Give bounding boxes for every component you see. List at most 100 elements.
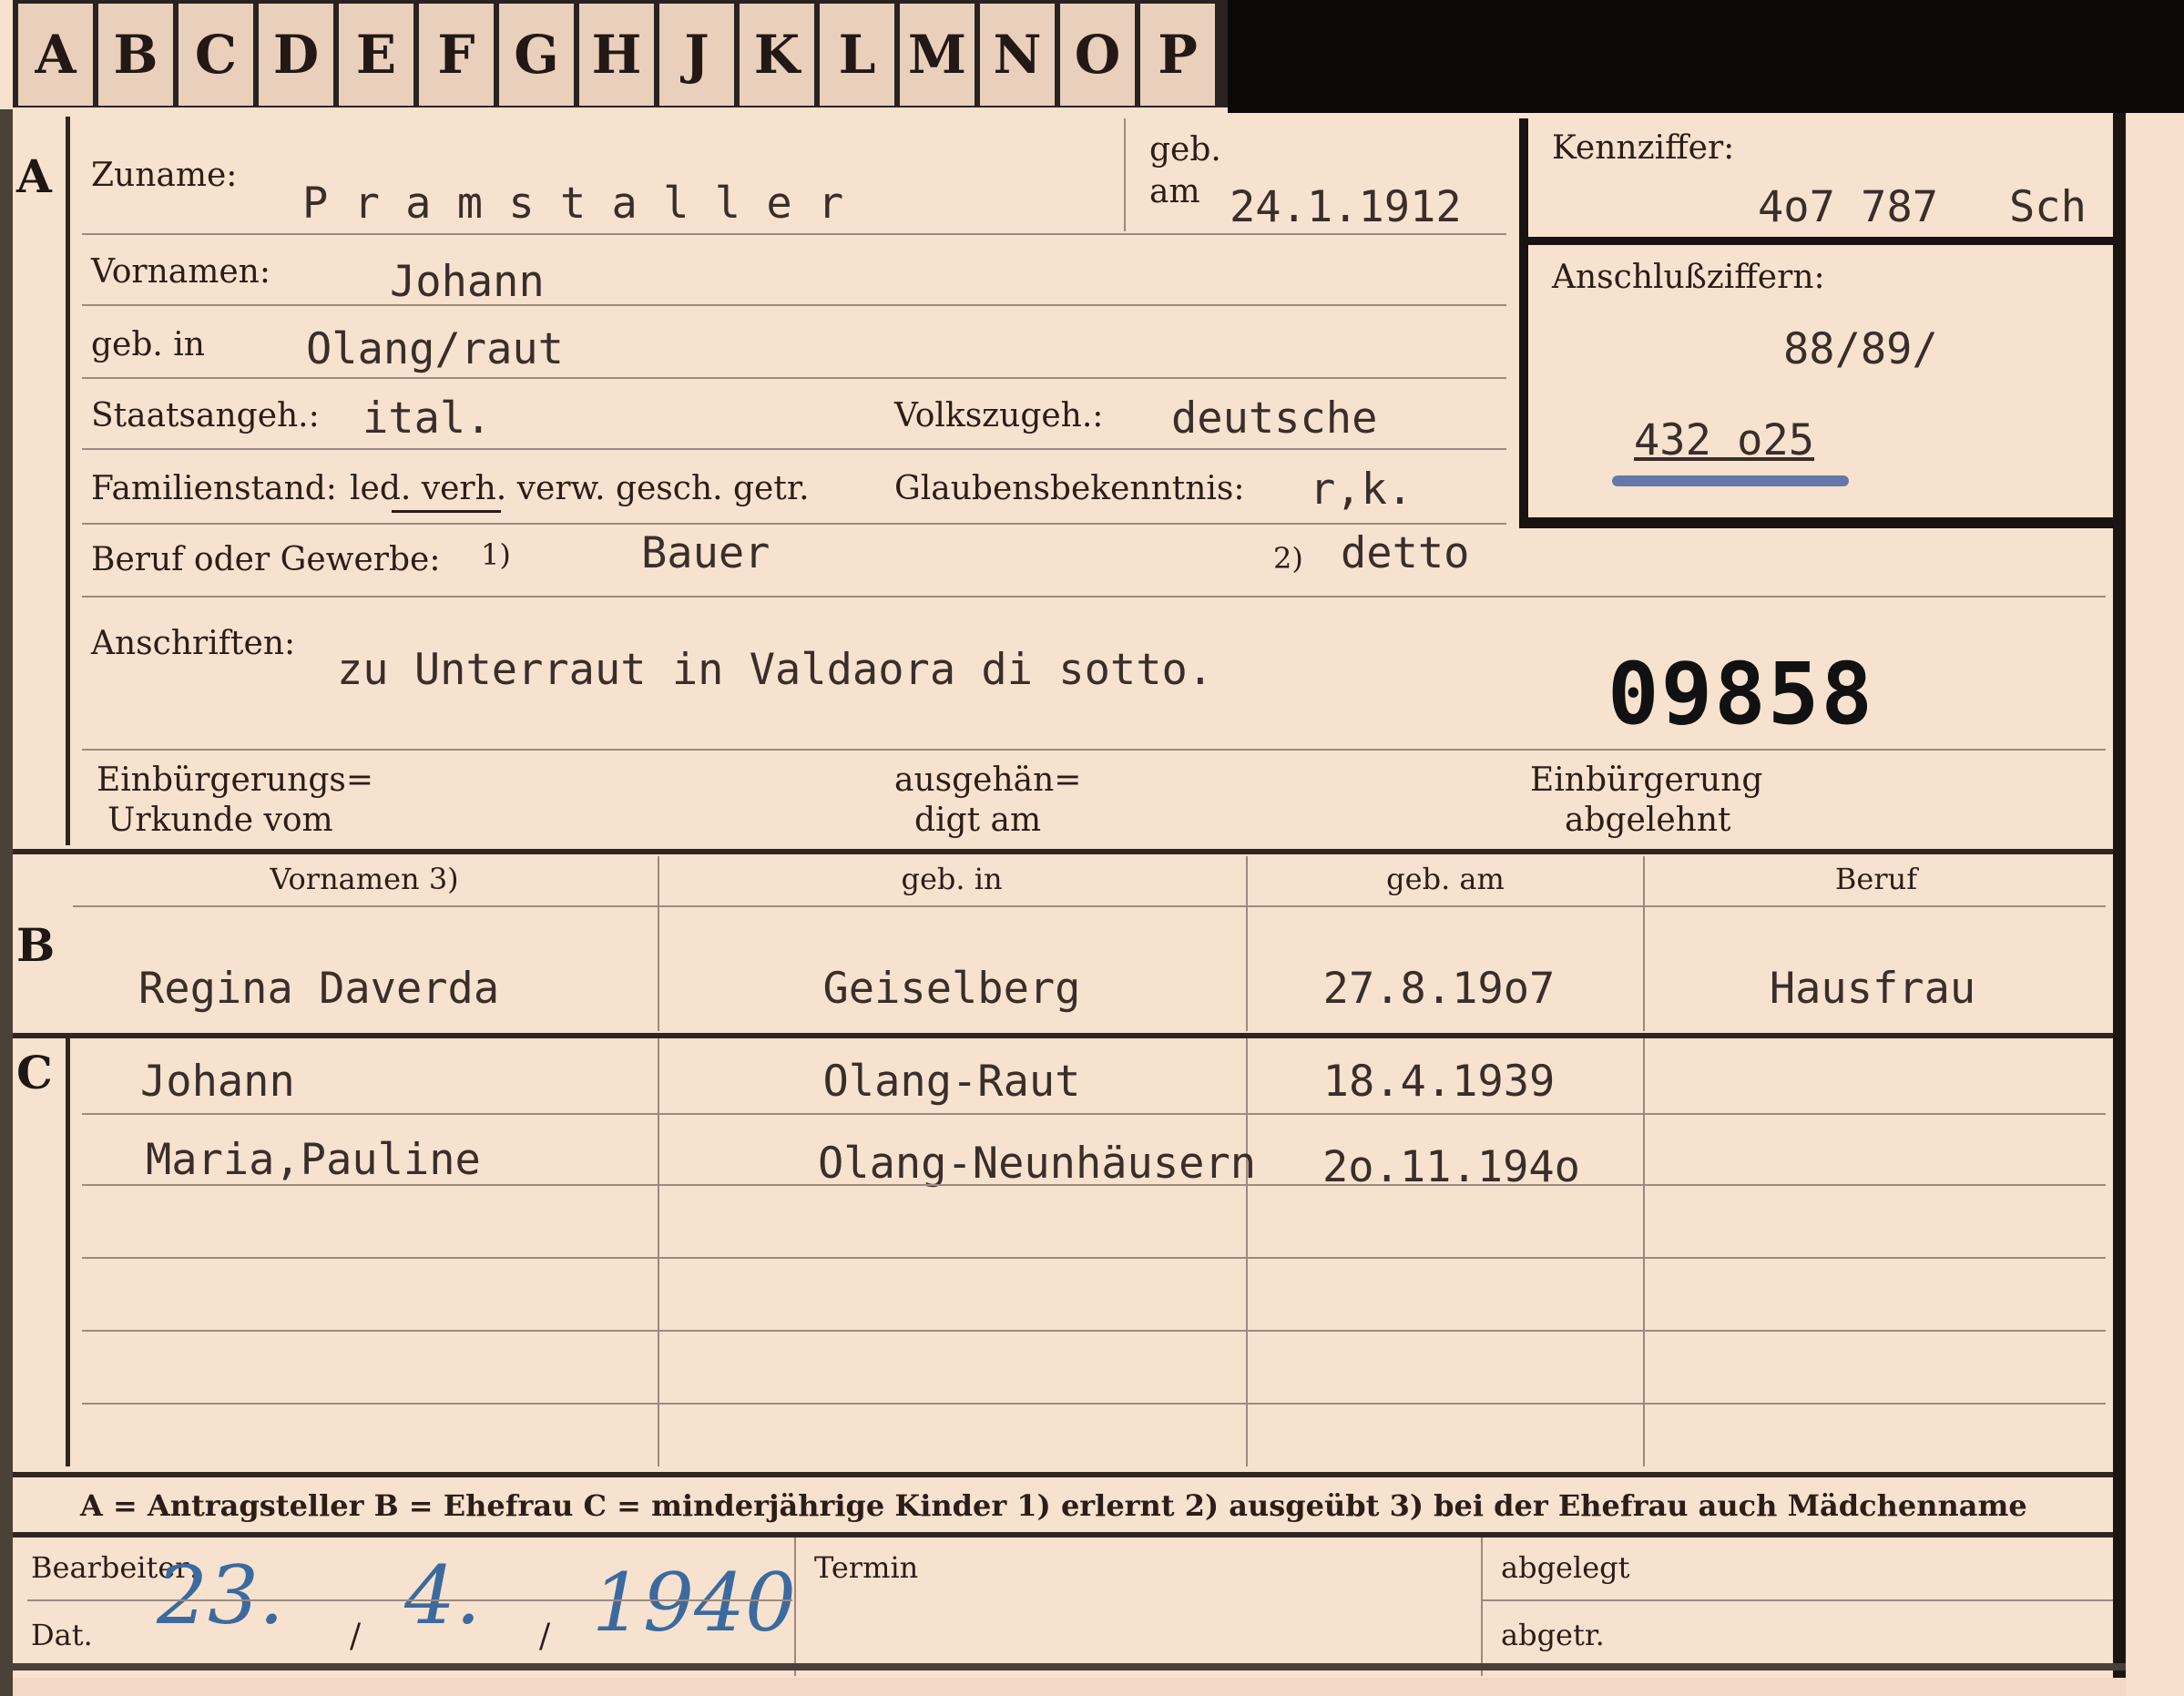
birthplace-value: Olang/raut (306, 324, 564, 374)
handwritten-year: 1940 (592, 1556, 796, 1650)
section-letter-b: B (16, 918, 56, 972)
left-rule-a (66, 117, 70, 845)
rule-legend-end (13, 1532, 2113, 1538)
ethnicity-label: Volkszugeh.: (894, 397, 1104, 434)
rule-abgelegt (1483, 1599, 2113, 1601)
born-label-am: am (1149, 173, 1200, 210)
handed-label-2: digt am (914, 802, 1042, 839)
spouse-birthdate: 27.8.19o7 (1322, 964, 1556, 1014)
spouse-occupation: Hausfrau (1769, 964, 1976, 1014)
surname-value: P r a m s t a l l e r (302, 179, 844, 229)
index-tab[interactable]: L (820, 4, 894, 106)
abgetr-label: abgetr. (1501, 1618, 1605, 1652)
firstnames-value: Johann (390, 257, 545, 307)
marital-label: Familienstand: (91, 470, 337, 507)
rule-bearbeiter (27, 1599, 792, 1601)
rule-c-1 (82, 1113, 2106, 1115)
address-label: Anschriften: (91, 625, 296, 662)
dat-label: Dat. (31, 1618, 93, 1652)
religion-value: r,k. (1310, 465, 1413, 515)
citizenship-value: ital. (362, 393, 492, 444)
date-separator-1: / (350, 1618, 362, 1655)
child-2-place: Olang-Neunhäusern (818, 1139, 1257, 1189)
legend: A = Antragsteller B = Ehefrau C = minder… (80, 1488, 2027, 1523)
born-date: 24.1.1912 (1230, 182, 1462, 232)
index-tab[interactable]: A (18, 4, 93, 106)
index-tab[interactable]: D (259, 4, 333, 106)
anschluss-label: Anschlußziffern: (1552, 259, 1825, 296)
child-1-name: Johann (140, 1057, 295, 1107)
col-header-firstnames: Vornamen 3) (270, 862, 459, 896)
right-frame (2113, 113, 2126, 1680)
rejected-label-2: abgelehnt (1565, 802, 1731, 839)
index-tab[interactable]: G (499, 4, 574, 106)
spouse-birthplace: Geiselberg (822, 964, 1081, 1014)
child-2-name: Maria,Pauline (146, 1135, 481, 1185)
index-tab[interactable]: F (419, 4, 494, 106)
kennziffer-label: Kennziffer: (1552, 129, 1735, 167)
religion-label: Glaubensbekenntnis: (894, 470, 1245, 507)
rule-c-2 (82, 1184, 2106, 1186)
anschluss-value-2: 432 o25 (1634, 415, 1815, 465)
left-rule-c (66, 1038, 70, 1466)
rule-b-header (73, 905, 2106, 907)
birthplace-label: geb. in (91, 326, 205, 363)
anschluss-value-1: 88/89/ (1783, 324, 1938, 374)
rule-footer-end (13, 1663, 2126, 1670)
col-header-birthdate: geb. am (1386, 862, 1505, 896)
firstnames-label: Vornamen: (91, 253, 270, 291)
occupation-value-1: Bauer (641, 528, 771, 578)
rule-section-a-end (13, 849, 2113, 854)
occupation-note-1: 1) (481, 537, 511, 572)
occupation-value-2: detto (1341, 528, 1470, 578)
index-tab[interactable]: P (1140, 4, 1215, 106)
kennziffer-box (1519, 118, 2113, 528)
rule-birthplace (82, 377, 1506, 379)
handwritten-day: 23. (157, 1548, 284, 1642)
naturalization-doc-label: Einbürgerungs= (97, 761, 374, 799)
kennziffer-suffix: Sch (2009, 182, 2087, 232)
index-tab[interactable]: B (98, 4, 173, 106)
index-tab[interactable]: N (980, 4, 1055, 106)
stamp-number: 09858 (1607, 645, 1874, 744)
citizenship-label: Staatsangeh.: (91, 397, 320, 434)
rule-address (82, 749, 2106, 751)
kennziffer-value: 4o7 787 (1758, 182, 1939, 232)
col-header-occupation: Beruf (1834, 862, 1918, 896)
occupation-note-2: 2) (1273, 541, 1303, 576)
index-tab[interactable]: C (179, 4, 253, 106)
index-tab[interactable]: E (339, 4, 413, 106)
rule-c-4 (82, 1330, 2106, 1332)
rejected-label: Einbürgerung (1530, 761, 1763, 799)
spouse-name: Regina Daverda (138, 964, 500, 1014)
child-1-date: 18.4.1939 (1322, 1057, 1556, 1107)
index-tab[interactable]: K (740, 4, 814, 106)
rule-marital (82, 523, 1506, 525)
address-value: zu Unterraut in Valdaora di sotto. (337, 645, 1214, 695)
rule-section-c-end (13, 1472, 2113, 1477)
index-tab[interactable]: O (1060, 4, 1135, 106)
registration-card: { "tabs": ["A","B","C","D","E","F","G","… (0, 0, 2184, 1696)
left-frame (0, 109, 13, 1696)
marital-options: led. verh. verw. gesch. getr. (350, 470, 810, 507)
bottom-edge (0, 1678, 2184, 1696)
rule-surname (82, 233, 1506, 235)
surname-divider (1124, 118, 1126, 231)
index-tabs: A B C D E F G H J K L M N O P (13, 0, 1228, 107)
card-background-dark (1228, 0, 2184, 118)
index-tab[interactable]: M (900, 4, 975, 106)
handed-label: ausgehän= (894, 761, 1082, 799)
child-1-place: Olang-Raut (822, 1057, 1081, 1107)
termin-label: Termin (814, 1550, 919, 1585)
section-letter-a: A (16, 149, 52, 203)
rule-section-b-end (13, 1033, 2113, 1038)
rule-c-3 (82, 1257, 2106, 1259)
born-label: geb. (1149, 131, 1221, 169)
kennziffer-rule (1528, 237, 2113, 245)
index-tab[interactable]: H (579, 4, 654, 106)
rule-occupation (82, 596, 2106, 598)
right-edge (2126, 113, 2184, 1696)
date-separator-2: / (539, 1618, 551, 1655)
rule-c-5 (82, 1403, 2106, 1405)
index-tab[interactable]: J (659, 4, 734, 106)
